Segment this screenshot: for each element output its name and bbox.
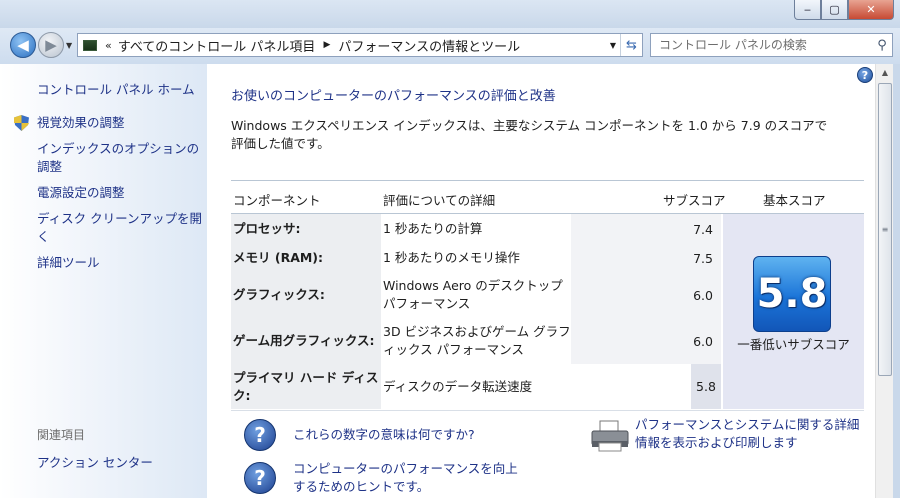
sidebar-item-disk-cleanup[interactable]: ディスク クリーンアップを開く [37, 210, 202, 246]
sidebar-task-list: 視覚効果の調整 インデックスのオプションの調整 電源設定の調整 ディスク クリー… [14, 114, 202, 280]
control-panel-icon [83, 39, 97, 51]
search-icon[interactable]: ⚲ [872, 38, 892, 53]
title-bar: ‒ ▢ ✕ [0, 0, 900, 28]
back-button[interactable]: ◀ [10, 32, 36, 58]
search-input[interactable] [651, 38, 872, 52]
component-subscore: 6.0 [571, 318, 721, 364]
component-detail: 3D ビジネスおよびゲーム グラフィックス パフォーマンス [383, 324, 571, 357]
address-dropdown-icon[interactable]: ▼ [610, 41, 616, 50]
shield-icon [14, 115, 29, 131]
window-border [893, 64, 900, 498]
component-detail: ディスクのデータ転送速度 [383, 378, 533, 394]
component-subscore: 6.0 [571, 272, 721, 318]
table-header: コンポーネント 評価についての詳細 サブスコア 基本スコア [231, 180, 864, 214]
question-icon: ? [244, 462, 276, 494]
component-name: プライマリ ハード ディスク: [231, 364, 381, 409]
header-subscore: サブスコア [663, 193, 726, 208]
related-heading: 関連項目 [37, 428, 86, 442]
maximize-button[interactable]: ▢ [821, 0, 848, 20]
page-description: Windows エクスペリエンス インデックスは、主要なシステム コンポーネント… [231, 118, 828, 151]
component-name: ゲーム用グラフィックス: [231, 318, 381, 364]
sidebar-item-power-settings[interactable]: 電源設定の調整 [37, 184, 202, 202]
help-icon[interactable]: ? [857, 67, 873, 83]
table-body: プロセッサ: 1 秒あたりの計算 7.4 メモリ (RAM): 1 秒あたりのメ… [231, 214, 864, 409]
recent-pages-dropdown-icon[interactable]: ▼ [66, 41, 72, 50]
what-numbers-mean-link[interactable]: これらの数字の意味は何ですか? [293, 426, 475, 444]
scroll-up-icon[interactable]: ▲ [876, 64, 894, 81]
component-name: グラフィックス: [231, 272, 381, 318]
address-bar[interactable]: « すべてのコントロール パネル項目 ▶ パフォーマンスの情報とツール ▼ ⇆ [77, 33, 643, 57]
minimize-button[interactable]: ‒ [794, 0, 821, 20]
header-component: コンポーネント [233, 193, 321, 208]
component-subscore: 7.4 [571, 214, 721, 244]
breadcrumb-performance[interactable]: パフォーマンスの情報とツール [338, 36, 520, 55]
breadcrumb-all-items[interactable]: すべてのコントロール パネル項目 [118, 36, 316, 55]
base-score-badge: 5.8 [753, 256, 831, 332]
component-detail: Windows Aero のデスクトップ パフォーマンス [383, 278, 563, 311]
scroll-thumb[interactable]: ≡ [878, 83, 892, 376]
window-controls: ‒ ▢ ✕ [794, 0, 894, 20]
header-base-score: 基本スコア [763, 193, 826, 208]
sidebar-item-indexing-options[interactable]: インデックスのオプションの調整 [37, 140, 202, 176]
score-table: コンポーネント 評価についての詳細 サブスコア 基本スコア プロセッサ: 1 秒… [231, 180, 864, 409]
sidebar-item-action-center[interactable]: アクション センター [37, 452, 153, 471]
base-score-panel: 5.8 一番低いサブスコア [723, 214, 864, 409]
header-detail: 評価についての詳細 [383, 193, 496, 208]
main-content: ? お使いのコンピューターのパフォーマンスの評価と改善 Windows エクスペ… [207, 64, 875, 498]
breadcrumb-overflow[interactable]: « [105, 39, 112, 52]
sidebar: コントロール パネル ホーム 視覚効果の調整 インデックスのオプションの調整 電… [0, 64, 207, 498]
navigation-bar: ◀ ▶ ▼ « すべてのコントロール パネル項目 ▶ パフォーマンスの情報とツー… [0, 28, 900, 64]
component-name: プロセッサ: [231, 214, 381, 244]
table-row: グラフィックス: Windows Aero のデスクトップ パフォーマンス 6.… [231, 272, 721, 318]
vertical-scrollbar[interactable]: ▲ ≡ [875, 64, 893, 498]
sidebar-control-panel-home[interactable]: コントロール パネル ホーム [37, 79, 195, 98]
table-row: メモリ (RAM): 1 秒あたりのメモリ操作 7.5 [231, 244, 721, 272]
lowest-subscore: 5.8 [691, 364, 721, 409]
table-row: ゲーム用グラフィックス: 3D ビジネスおよびゲーム グラフィックス パフォーマ… [231, 318, 721, 364]
component-subscore: 7.5 [571, 244, 721, 272]
forward-button[interactable]: ▶ [38, 32, 64, 58]
base-score-label: 一番低いサブスコア [737, 337, 850, 352]
page-title[interactable]: お使いのコンピューターのパフォーマンスの評価と改善 [231, 85, 556, 104]
component-detail: 1 秒あたりのメモリ操作 [383, 250, 520, 265]
component-name: メモリ (RAM): [231, 244, 381, 272]
print-details-link[interactable]: パフォーマンスとシステムに関する詳細情報を表示および印刷します [635, 416, 867, 452]
sidebar-item-advanced-tools[interactable]: 詳細ツール [37, 254, 202, 272]
component-detail: 1 秒あたりの計算 [383, 221, 483, 236]
search-box: ⚲ [650, 33, 893, 57]
divider [231, 410, 864, 411]
breadcrumb-chevron-icon[interactable]: ▶ [323, 40, 330, 50]
sidebar-item-label: 視覚効果の調整 [37, 115, 125, 130]
printer-icon [591, 420, 629, 452]
performance-tips-link[interactable]: コンピューターのパフォーマンスを向上するためのヒントです。 [293, 460, 523, 496]
table-row: プロセッサ: 1 秒あたりの計算 7.4 [231, 214, 721, 244]
question-icon: ? [244, 419, 276, 451]
refresh-icon[interactable]: ⇆ [620, 34, 642, 56]
sidebar-item-visual-effects[interactable]: 視覚効果の調整 [14, 114, 202, 132]
close-button[interactable]: ✕ [848, 0, 894, 20]
table-row: プライマリ ハード ディスク: ディスクのデータ転送速度 5.8 [231, 364, 721, 409]
